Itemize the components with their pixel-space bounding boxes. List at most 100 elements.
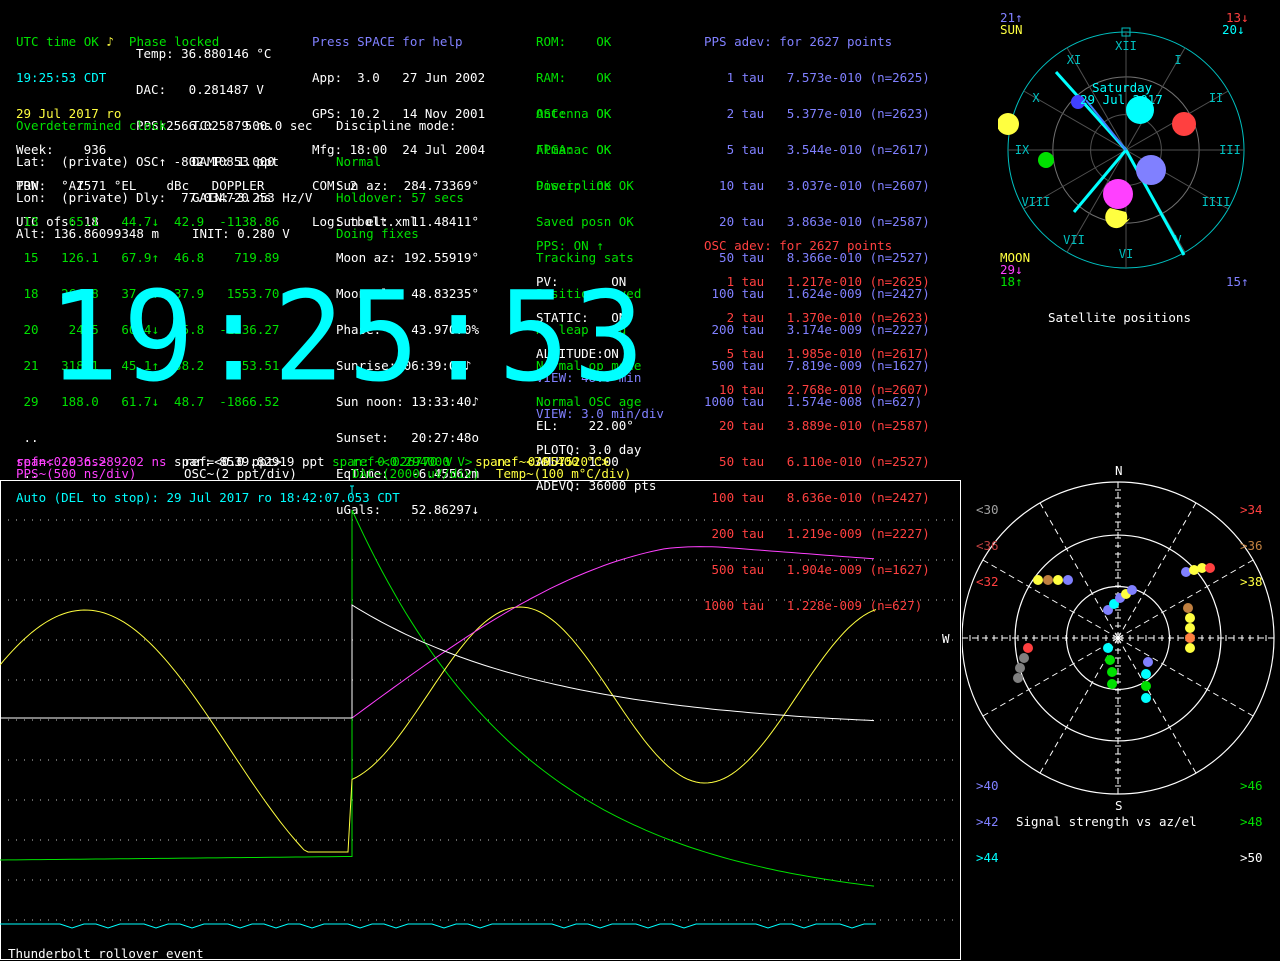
legend-item: <30 bbox=[976, 502, 999, 517]
table-row: 10 tau 2.768e-010 (n=2607) bbox=[704, 382, 930, 397]
satellite-marker bbox=[1103, 179, 1133, 209]
table-row: 1 tau 1.217e-010 (n=2625) bbox=[704, 274, 930, 289]
flag-discipline: Discipline OK bbox=[536, 178, 634, 193]
sky-tr-count-2: 20↓ bbox=[1222, 22, 1245, 37]
clock-mode-title: Overdetermined clock bbox=[16, 118, 167, 133]
version-app: App: 3.0 27 Jun 2002 bbox=[312, 70, 486, 85]
flag-antenna: Antenna OK bbox=[536, 106, 612, 121]
sky-hour-label: IX bbox=[1015, 143, 1030, 157]
signal-dot bbox=[1103, 643, 1113, 653]
signal-dot bbox=[1143, 657, 1153, 667]
plot-traces bbox=[0, 485, 877, 929]
status-trace bbox=[0, 923, 876, 929]
moon-marker bbox=[1105, 208, 1128, 229]
table-row: 13 65.1 44.7↓ 42.9 -1138.86 bbox=[16, 214, 280, 229]
pps-state-title: PPS: ON ↑ bbox=[536, 238, 604, 253]
signal-dot bbox=[1185, 613, 1195, 623]
legend-item: >40 bbox=[976, 778, 999, 793]
flag-almanac: Almanac OK bbox=[536, 142, 612, 157]
legend-item: <36 bbox=[976, 538, 999, 553]
signal-dot bbox=[1141, 681, 1151, 691]
sun-label: SUN bbox=[1000, 22, 1023, 37]
signal-spoke bbox=[982, 637, 1119, 717]
table-row: 10 tau 3.037e-010 (n=2607) bbox=[704, 178, 930, 193]
health-rom: ROM: OK bbox=[536, 34, 612, 49]
signal-dot bbox=[1141, 693, 1151, 703]
compass-north: N bbox=[1115, 463, 1123, 478]
compass-south: S bbox=[1115, 798, 1123, 813]
dac-scale: DAC~(2000 uV/div) bbox=[352, 466, 480, 481]
sky-hour-label: XI bbox=[1067, 53, 1081, 67]
discipline-label: Discipline mode: bbox=[336, 118, 457, 133]
satellite-marker bbox=[1136, 155, 1166, 185]
compass-west: W bbox=[942, 631, 950, 646]
dac-reading: DAC: 0.281487 V bbox=[136, 82, 264, 97]
time-series-plot[interactable] bbox=[0, 480, 962, 960]
legend-item: >42 bbox=[976, 814, 999, 829]
satellite-sky-map[interactable]: XIIIIIIIIIIIIVVIVIIVIIIIXXXI bbox=[998, 10, 1278, 310]
table-row: 20 tau 3.889e-010 (n=2587) bbox=[704, 418, 930, 433]
legend-item: >44 bbox=[976, 850, 999, 865]
signal-spoke bbox=[1039, 502, 1119, 639]
signal-dot bbox=[1185, 643, 1195, 653]
table-row: 2 tau 1.370e-010 (n=2623) bbox=[704, 310, 930, 325]
sky-hour-label: VII bbox=[1063, 233, 1085, 247]
pps-scale: PPS~(500 ns/div) bbox=[16, 466, 137, 481]
signal-strength-map[interactable] bbox=[962, 462, 1280, 822]
osc-adev-title: OSC adev: for 2627 points bbox=[704, 238, 893, 253]
sky-br-count: 15↑ bbox=[1226, 274, 1249, 289]
sky-hour-label: III bbox=[1219, 143, 1241, 157]
table-row: 1 tau 7.573e-010 (n=2625) bbox=[704, 70, 930, 85]
signal-dot bbox=[1023, 643, 1033, 653]
sky-hour-label: IIII bbox=[1202, 195, 1231, 209]
pps-trace bbox=[0, 546, 875, 719]
signal-dot bbox=[1063, 575, 1073, 585]
plot-grid bbox=[8, 519, 953, 921]
sky-hour-label: X bbox=[1032, 91, 1040, 105]
signal-dot bbox=[1105, 655, 1115, 665]
note-icon: ♪ bbox=[106, 34, 114, 49]
param-tc: TC: 500.0 sec bbox=[192, 118, 313, 133]
signal-dot bbox=[1107, 679, 1117, 689]
signal-dot bbox=[1019, 653, 1029, 663]
signal-legend-br: >46 >48 >50 bbox=[1240, 756, 1263, 876]
signal-dot bbox=[1053, 575, 1063, 585]
sky-map-title: Satellite positions bbox=[1048, 310, 1191, 325]
health-ram: RAM: OK bbox=[536, 70, 612, 85]
sky-hour-label: XII bbox=[1115, 39, 1137, 53]
signal-spoke bbox=[982, 559, 1119, 639]
temp-scale: Temp~(100 m°C/div) bbox=[496, 466, 632, 481]
legend-item: >36 bbox=[1240, 538, 1263, 553]
sky-hour-label: VI bbox=[1119, 247, 1133, 261]
plot-title: Thunderbolt rollover event bbox=[8, 946, 204, 961]
satellite-table-header: PRN °AZ °EL dBc DOPPLER bbox=[16, 178, 265, 193]
sky-hour-label: VIII bbox=[1021, 195, 1050, 209]
table-row: 15 126.1 67.9↑ 46.8 719.89 bbox=[16, 250, 280, 265]
legend-item: >50 bbox=[1240, 850, 1263, 865]
table-row: 50 tau 6.110e-010 (n=2527) bbox=[704, 454, 930, 469]
sun-az: Sun az: 284.73369° bbox=[336, 178, 479, 193]
table-row: 5 tau 3.544e-010 (n=2617) bbox=[704, 142, 930, 157]
big-clock: 19:25:53 bbox=[48, 264, 649, 409]
pps-adev-title: PPS adev: for 2627 points bbox=[704, 34, 893, 49]
legend-item: <32 bbox=[976, 574, 999, 589]
signal-dot bbox=[1185, 623, 1195, 633]
signal-legend-tl: <30 <36 <32 bbox=[976, 480, 999, 600]
table-row: 2 tau 5.377e-010 (n=2623) bbox=[704, 106, 930, 121]
legend-item: >48 bbox=[1240, 814, 1263, 829]
signal-dot bbox=[1183, 603, 1193, 613]
signal-dot bbox=[1013, 673, 1023, 683]
signal-dot bbox=[1033, 575, 1043, 585]
utc-status: UTC time OK bbox=[16, 34, 99, 49]
legend-item: >34 bbox=[1240, 502, 1263, 517]
dac-trace bbox=[0, 509, 875, 887]
satellite-marker bbox=[1172, 112, 1196, 136]
signal-map-title: Signal strength vs az/el bbox=[1016, 814, 1197, 829]
signal-dot bbox=[1015, 663, 1025, 673]
event-marker bbox=[350, 485, 354, 494]
osc-trace bbox=[0, 604, 875, 722]
help-hint[interactable]: Press SPACE for help bbox=[312, 35, 485, 48]
moon-az: Moon az: 192.55919° bbox=[336, 250, 479, 265]
signal-dot bbox=[1185, 633, 1195, 643]
sky-hour-label: I bbox=[1174, 53, 1181, 67]
